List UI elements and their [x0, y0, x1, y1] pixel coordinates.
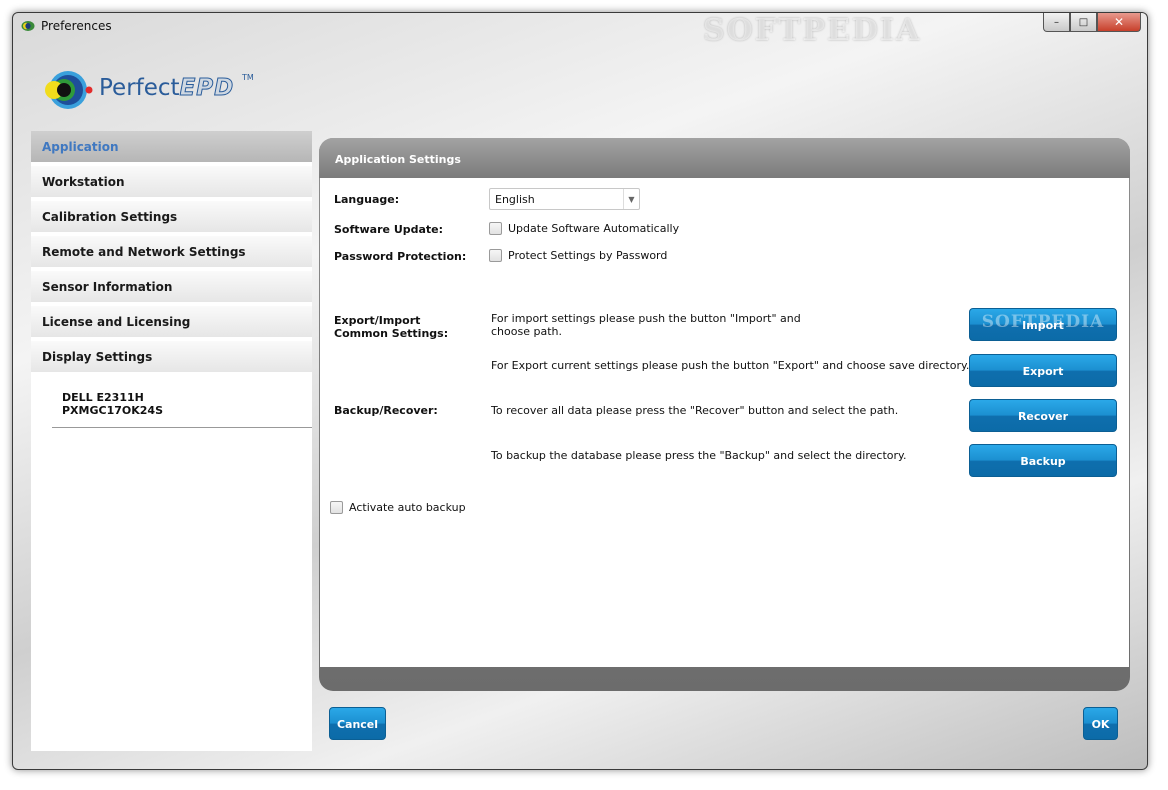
- ok-button[interactable]: OK: [1083, 707, 1118, 740]
- sidebar-item-calibration-settings[interactable]: Calibration Settings: [31, 201, 312, 234]
- protect-password-text: Protect Settings by Password: [508, 249, 668, 262]
- display-entry[interactable]: DELL E2311H PXMGC17OK24S: [62, 391, 163, 417]
- export-description: For Export current settings please push …: [491, 359, 970, 372]
- protect-password-checkbox[interactable]: [489, 249, 502, 262]
- import-button[interactable]: SOFTPEDIA Import: [969, 308, 1117, 341]
- app-logo-icon: [21, 21, 35, 31]
- recover-button[interactable]: Recover: [969, 399, 1117, 432]
- auto-backup-checkbox[interactable]: [330, 501, 343, 514]
- sidebar-item-sensor-information[interactable]: Sensor Information: [31, 271, 312, 304]
- sidebar-item-license[interactable]: License and Licensing: [31, 306, 312, 339]
- sidebar-item-remote-network[interactable]: Remote and Network Settings: [31, 236, 312, 269]
- language-label: Language:: [334, 193, 400, 206]
- logo-name: Perfect: [99, 75, 180, 101]
- recover-description: To recover all data please press the "Re…: [491, 404, 899, 417]
- maximize-button[interactable]: □: [1070, 13, 1097, 32]
- preferences-window: Preferences SOFTPEDIA – □ ✕ PerfectEPD T…: [12, 12, 1148, 770]
- logo-circles-icon: [45, 71, 93, 109]
- logo-suffix: EPD: [179, 75, 235, 102]
- sidebar-item-application[interactable]: Application: [31, 131, 312, 164]
- panel-header: Application Settings: [319, 138, 1130, 178]
- window-title: Preferences: [41, 19, 112, 33]
- minimize-button[interactable]: –: [1043, 13, 1070, 32]
- auto-backup-text: Activate auto backup: [349, 501, 466, 514]
- panel-body: Language: English ▼ Software Update: Upd…: [320, 178, 1129, 667]
- sidebar-item-workstation[interactable]: Workstation: [31, 166, 312, 199]
- software-update-label: Software Update:: [334, 223, 444, 236]
- backup-recover-label: Backup/Recover:: [334, 404, 438, 417]
- display-serial: PXMGC17OK24S: [62, 404, 164, 417]
- chevron-down-icon: ▼: [623, 189, 639, 209]
- import-button-label: Import: [1022, 319, 1064, 332]
- close-button[interactable]: ✕: [1097, 13, 1141, 32]
- backup-description: To backup the database please press the …: [491, 449, 907, 462]
- password-protection-label: Password Protection:: [334, 250, 467, 263]
- export-import-label-1: Export/Import: [334, 314, 421, 327]
- sidebar-divider: [52, 427, 312, 428]
- language-select[interactable]: English ▼: [489, 188, 640, 210]
- update-software-checkbox[interactable]: [489, 222, 502, 235]
- export-button[interactable]: Export: [969, 354, 1117, 387]
- panel-title: Application Settings: [335, 153, 461, 166]
- language-value: English: [495, 193, 535, 206]
- perfectepd-logo: PerfectEPD TM: [37, 67, 267, 117]
- softpedia-watermark: SOFTPEDIA: [703, 13, 922, 48]
- title-bar: Preferences SOFTPEDIA – □ ✕: [13, 13, 1147, 48]
- export-import-label-2: Common Settings:: [334, 327, 449, 340]
- import-description-1: For import settings please push the butt…: [491, 312, 801, 325]
- backup-button[interactable]: Backup: [969, 444, 1117, 477]
- import-description-2: choose path.: [491, 325, 562, 338]
- display-model: DELL E2311H: [62, 391, 144, 404]
- cancel-button[interactable]: Cancel: [329, 707, 386, 740]
- update-software-text: Update Software Automatically: [508, 222, 680, 235]
- logo-wordmark: PerfectEPD: [99, 75, 235, 102]
- sidebar: Application Workstation Calibration Sett…: [31, 131, 312, 751]
- window-controls: – □ ✕: [1043, 13, 1141, 33]
- settings-panel: Application Settings Language: English ▼…: [319, 138, 1130, 691]
- logo-trademark: TM: [242, 73, 254, 82]
- sidebar-item-display-settings[interactable]: Display Settings: [31, 341, 312, 374]
